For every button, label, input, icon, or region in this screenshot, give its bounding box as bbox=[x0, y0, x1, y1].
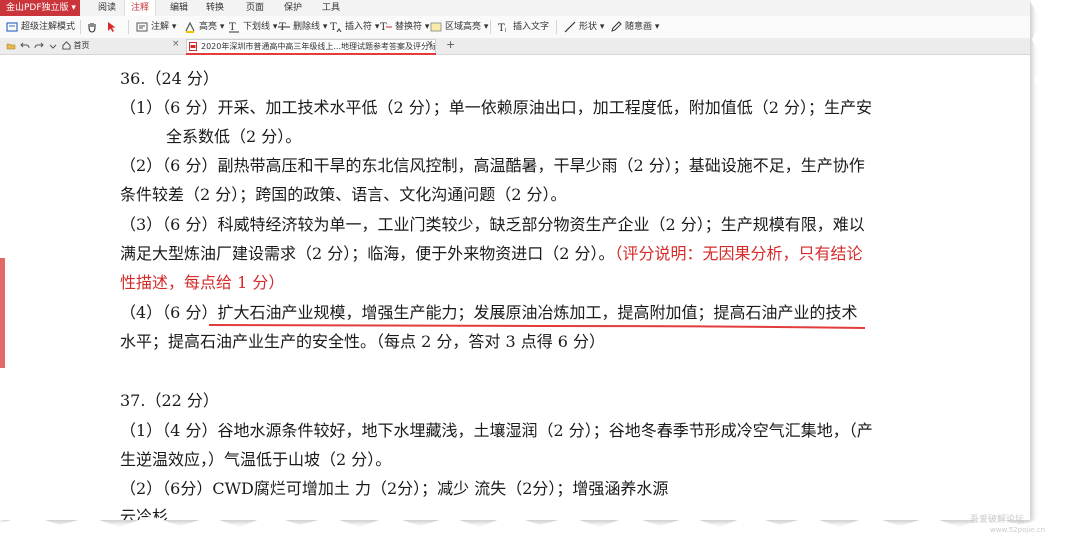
q36-part4-underlined-text: 扩大石油产业规模，增强生产能力；发展原油冶炼加工，提高附加值； bbox=[217, 303, 714, 322]
insert-mark-button[interactable]: T 插入符 ▾ bbox=[330, 19, 379, 35]
svg-text:T: T bbox=[380, 22, 387, 33]
new-tab-icon[interactable]: + bbox=[446, 38, 455, 51]
note-icon bbox=[136, 22, 148, 31]
freehand-button[interactable]: 随意画 ▾ bbox=[610, 19, 659, 35]
menu-page[interactable]: 页面 bbox=[240, 0, 270, 16]
scoring-note-cont: 性描述，每点给 1 分） bbox=[120, 273, 285, 292]
toolbar-separator bbox=[556, 20, 557, 34]
hand-tool-button[interactable] bbox=[86, 19, 101, 35]
highlight-button[interactable]: 高亮 ▾ bbox=[184, 19, 224, 35]
toolbar-separator bbox=[490, 20, 491, 34]
menu-convert[interactable]: 转换 bbox=[200, 0, 230, 16]
quick-access-dropdown-icon[interactable] bbox=[48, 41, 58, 51]
cursor-arrow-icon bbox=[108, 21, 116, 32]
area-highlight-button[interactable]: 区域高亮 ▾ bbox=[430, 19, 488, 35]
text-box-icon: TI bbox=[498, 23, 506, 33]
q37-heading: 37.（22 分） bbox=[120, 391, 219, 410]
insert-text-button[interactable]: T I 插入文字 bbox=[498, 19, 549, 35]
underline-icon: T bbox=[229, 22, 239, 33]
area-highlight-icon bbox=[430, 22, 442, 31]
q36-part3-line2-text: 满足大型炼油厂建设需求（2 分）；临海，便于外来物资进口（2 分）。 bbox=[120, 244, 615, 263]
svg-text:T: T bbox=[229, 22, 236, 33]
side-panel-handle[interactable] bbox=[0, 258, 5, 368]
toolbar-separator bbox=[80, 20, 81, 34]
strikethrough-button[interactable]: T删除线 ▾ bbox=[278, 19, 327, 35]
app-name: 金山PDF独立版 bbox=[6, 3, 69, 13]
note-button[interactable]: 注解 ▾ bbox=[136, 19, 176, 35]
menu-annotate[interactable]: 注释 bbox=[124, 0, 157, 16]
insert-caret-icon: T bbox=[330, 22, 342, 33]
tab-doc-title: 2020年深圳市普通高中高三年级线上...地理试题参考答案及评分标准.pdf * bbox=[201, 42, 436, 51]
tab-current-document[interactable]: 2020年深圳市普通高中高三年级线上...地理试题参考答案及评分标准.pdf * bbox=[186, 39, 436, 53]
menu-edit[interactable]: 编辑 bbox=[164, 0, 194, 16]
freehand-label: 随意画 bbox=[625, 22, 653, 32]
q36-part3-line1: （3）（6 分）科威特经济较为单一，工业门类较少，缺乏部分物资生产企业（2 分）… bbox=[120, 215, 865, 234]
super-annotation-mode-button[interactable]: 超级注解模式 bbox=[6, 19, 75, 35]
q37-part2-line1: （2）（6分）CWD腐烂可增加土 力（2分）；减少 流失（2分）；增强涵养水源 bbox=[120, 479, 669, 498]
menu-protect[interactable]: 保护 bbox=[278, 0, 308, 16]
torn-edge-bottom bbox=[0, 515, 1080, 540]
highlighter-icon bbox=[185, 21, 195, 33]
toolbar-separator bbox=[128, 20, 129, 34]
shape-button[interactable]: 形状 ▾ bbox=[564, 19, 604, 35]
svg-text:T: T bbox=[498, 23, 505, 33]
q37-part1-line2: 生逆温效应，）气温低于山坡（2 分）。 bbox=[120, 450, 392, 469]
annotation-toolbar: 超级注解模式 注解 ▾ 高亮 ▾ T下划线 ▾ T删除线 ▾ T插入符 ▾ T替… bbox=[0, 16, 1030, 39]
strikethrough-icon: T bbox=[278, 22, 290, 33]
hand-icon bbox=[88, 22, 96, 33]
insert-text-label: 插入文字 bbox=[513, 22, 550, 32]
menu-bar: 金山PDF独立版 ▾ 阅读 注释 编辑 转换 页面 保护 工具 bbox=[0, 0, 1030, 17]
svg-text:T: T bbox=[330, 22, 337, 33]
line-shape-icon bbox=[564, 21, 576, 32]
close-home-tab-icon[interactable]: × bbox=[172, 39, 180, 49]
select-tool-button[interactable] bbox=[106, 19, 121, 35]
area-highlight-label: 区域高亮 bbox=[445, 22, 482, 32]
super-mode-label: 超级注解模式 bbox=[21, 22, 76, 32]
insert-mark-label: 插入符 bbox=[345, 22, 373, 32]
tab-home[interactable]: 首页 bbox=[62, 39, 90, 53]
q36-heading: 36.（24 分） bbox=[120, 69, 219, 88]
q36-part4-rest: 提高石油产业的技术 bbox=[713, 303, 858, 322]
menu-tools[interactable]: 工具 bbox=[316, 0, 346, 16]
annotation-mode-icon bbox=[6, 21, 18, 32]
shape-label: 形状 bbox=[579, 22, 598, 32]
replace-mark-icon: T bbox=[380, 22, 392, 33]
underline-label: 下划线 bbox=[243, 22, 271, 32]
pencil-icon bbox=[611, 20, 622, 32]
note-label: 注解 bbox=[151, 22, 170, 32]
forum-watermark: 吾爱破解论坛 bbox=[970, 515, 1025, 525]
q36-part2-line2: 条件较差（2 分）；跨国的政策、语言、文化沟通问题（2 分）。 bbox=[120, 185, 567, 204]
q36-part2-line1: （2）（6 分）副热带高压和干旱的东北信风控制，高温酷暑，干旱少雨（2 分）；基… bbox=[120, 156, 865, 175]
pdf-file-icon bbox=[189, 42, 197, 51]
highlight-label: 高亮 bbox=[199, 22, 218, 32]
home-icon bbox=[62, 41, 71, 50]
underlined-annotation[interactable]: 扩大石油产业规模，增强生产能力；发展原油冶炼加工，提高附加值； bbox=[209, 303, 866, 329]
scoring-note: （评分说明：无因果分析，只有结论 bbox=[614, 244, 863, 263]
pdf-page: 36.（24 分） （1）（6 分）开采、加工技术水平低（2 分）；单一依赖原油… bbox=[0, 55, 1030, 520]
q36-part4-line2: 水平；提高石油产业生产的安全性。（每点 2 分，答对 3 点得 6 分） bbox=[120, 332, 606, 351]
q36-part4-line1: （4）（6 分）扩大石油产业规模，增强生产能力；发展原油冶炼加工，提高附加值；提… bbox=[120, 303, 866, 329]
forum-watermark-url: www.52pojie.cn bbox=[990, 526, 1046, 534]
close-document-tab-icon[interactable]: × bbox=[426, 39, 434, 49]
torn-edge-right bbox=[1030, 0, 1080, 540]
q36-part3-line2: 满足大型炼油厂建设需求（2 分）；临海，便于外来物资进口（2 分）。（评分说明：… bbox=[120, 244, 863, 264]
strikethrough-label: 删除线 bbox=[293, 22, 321, 32]
freehand-underline-mark bbox=[209, 324, 866, 329]
q36-part1-line2: 全系数低（2 分）。 bbox=[166, 127, 302, 146]
undo-icon[interactable] bbox=[20, 41, 30, 51]
redo-icon[interactable] bbox=[34, 41, 44, 51]
tab-home-label: 首页 bbox=[73, 41, 90, 50]
underline-button[interactable]: T 下划线 ▾ bbox=[228, 19, 277, 35]
pdf-window: 金山PDF独立版 ▾ 阅读 注释 编辑 转换 页面 保护 工具 超级注解模式 注… bbox=[0, 0, 1030, 520]
q37-part1-line1: （1）（4 分）谷地水源条件较好，地下水埋藏浅，土壤湿润（2 分）；谷地冬春季节… bbox=[120, 421, 873, 440]
document-tab-bar: 首页 × 2020年深圳市普通高中高三年级线上...地理试题参考答案及评分标准.… bbox=[0, 38, 1030, 55]
app-menu-button[interactable]: 金山PDF独立版 ▾ bbox=[0, 0, 80, 16]
replace-mark-button[interactable]: T 替换符 ▾ bbox=[380, 19, 429, 35]
q36-part4-prefix: （4）（6 分） bbox=[120, 303, 218, 322]
menu-read[interactable]: 阅读 bbox=[92, 0, 122, 16]
q36-part1-line1: （1）（6 分）开采、加工技术水平低（2 分）；单一依赖原油出口，加工程度低，附… bbox=[120, 98, 872, 117]
svg-text:I: I bbox=[505, 28, 506, 33]
open-folder-icon[interactable] bbox=[6, 41, 16, 51]
replace-mark-label: 替换符 bbox=[395, 22, 423, 32]
